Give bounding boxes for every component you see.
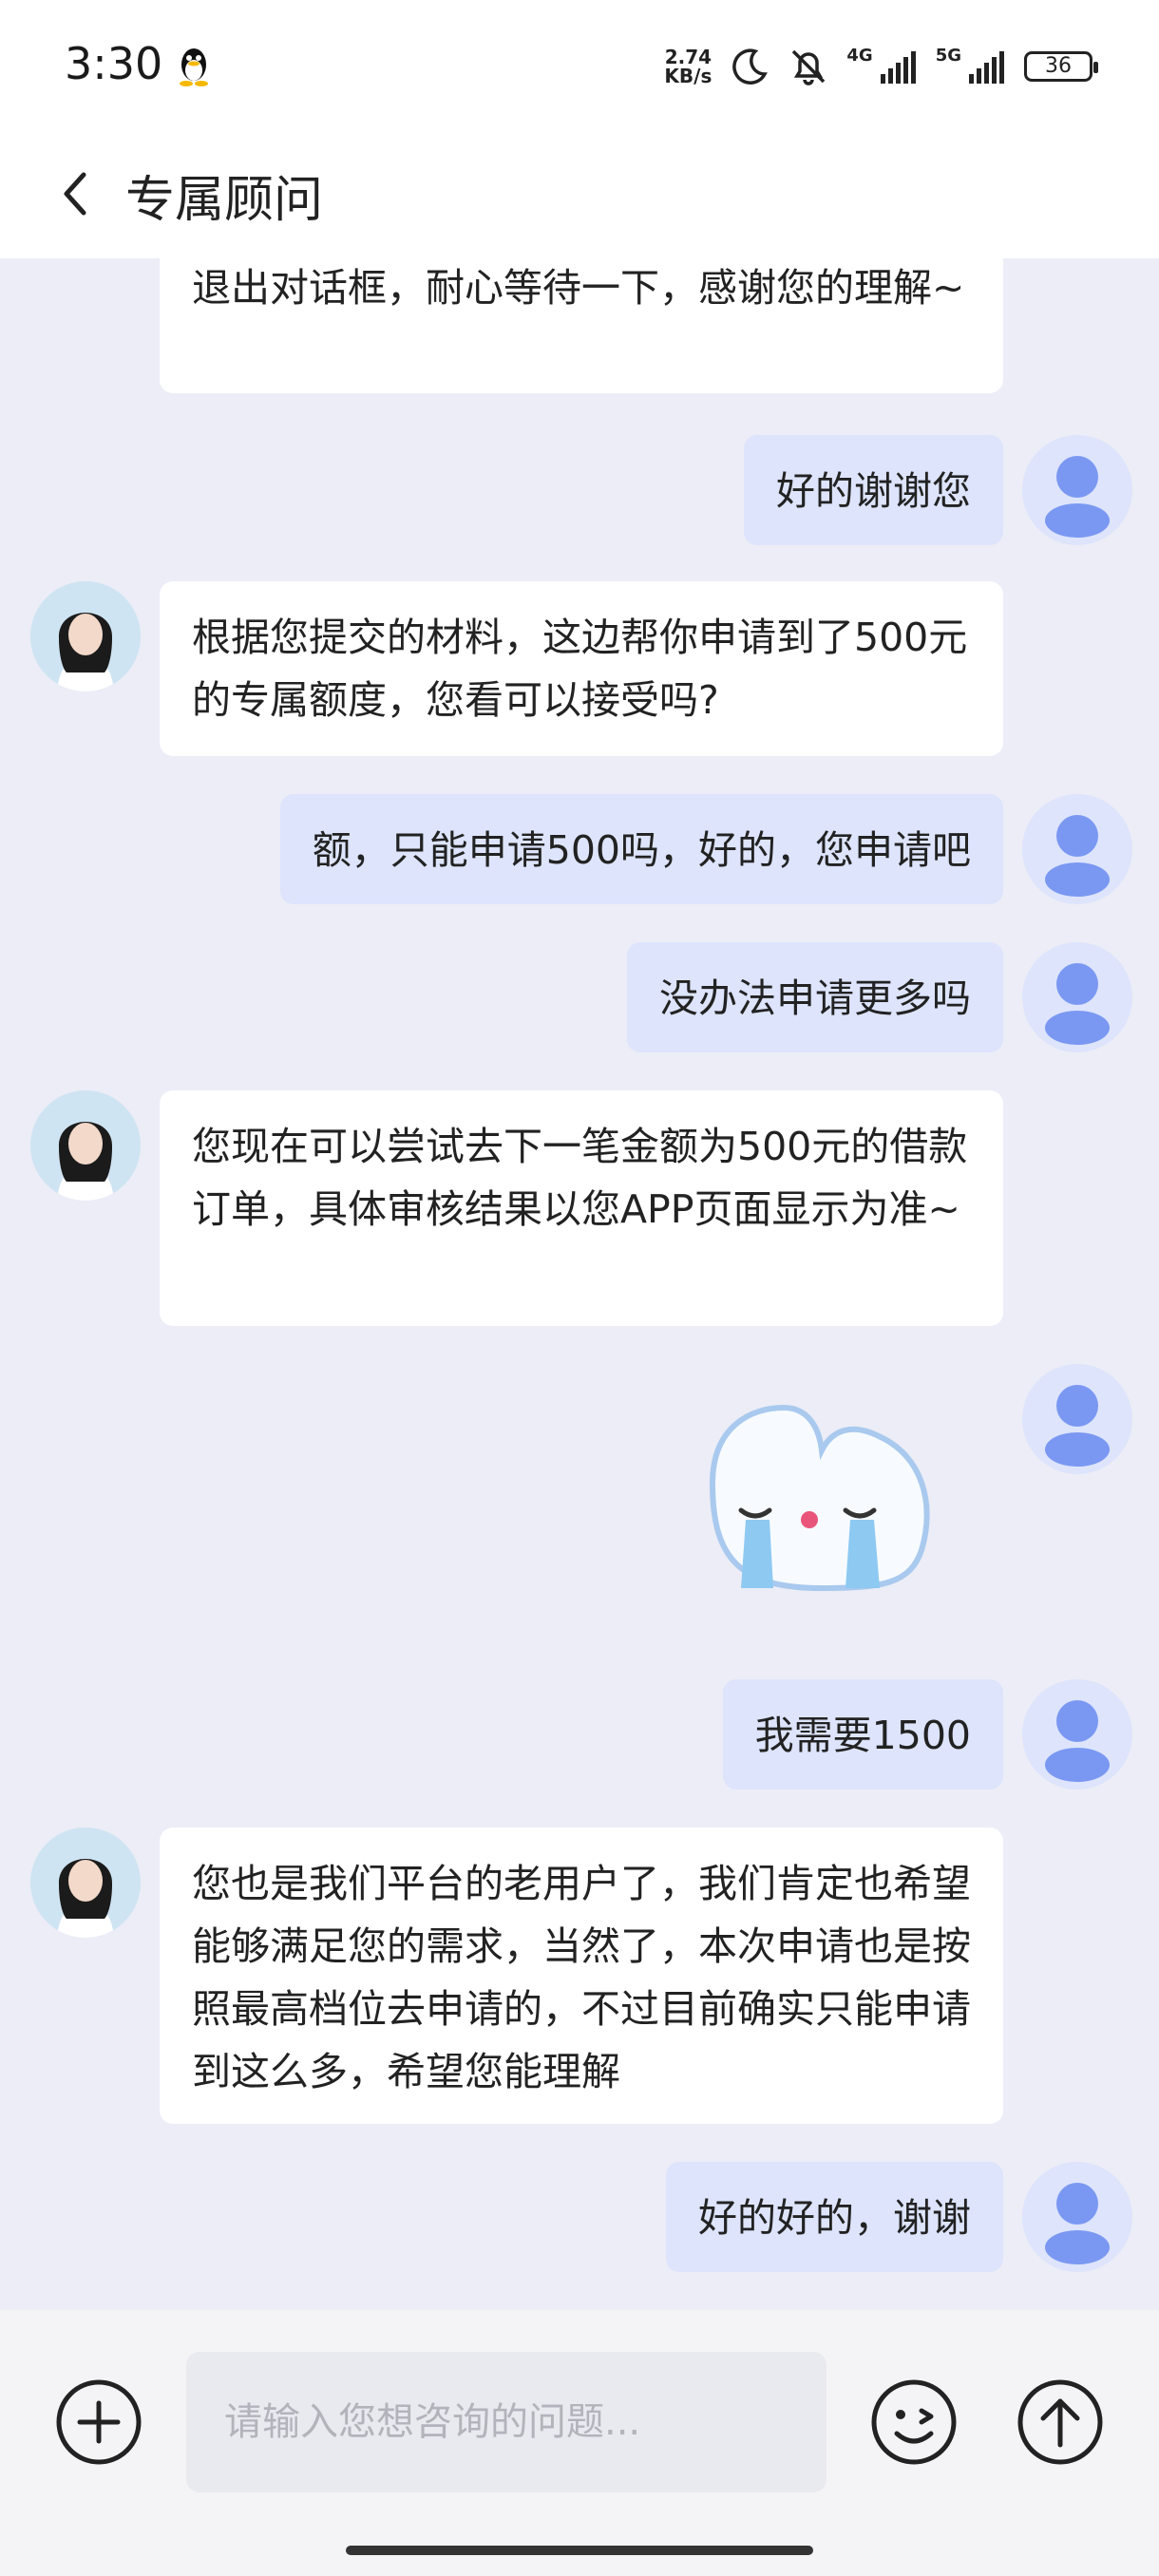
add-plus-icon[interactable] [53, 2377, 144, 2468]
user-avatar-icon [1045, 963, 1110, 1045]
page-title: 专属顾问 [125, 172, 324, 229]
agent-avatar[interactable] [30, 1828, 141, 1938]
status-time: 3:30 [65, 38, 163, 89]
user-message: 好的好的，谢谢 [666, 2162, 1003, 2272]
chat-message-list[interactable]: 退出对话框，耐心等待一下，感谢您的理解~ 好的谢谢您 根据您提交的材料，这边帮你… [0, 258, 1159, 2310]
user-avatar[interactable] [1022, 1364, 1132, 1474]
message-input[interactable]: 请输入您想咨询的问题... [186, 2352, 826, 2492]
user-message: 额，只能申请500吗，好的，您申请吧 [279, 794, 1003, 904]
bell-muted-icon [792, 49, 826, 85]
network-speed: 2.74 KB/s [664, 46, 712, 87]
user-avatar-icon [1045, 815, 1110, 897]
signal-4g-label: 4G [846, 45, 873, 66]
app-header: 专属顾问 [0, 133, 1159, 258]
agent-message: 您也是我们平台的老用户了，我们肯定也希望能够满足您的需求，当然了，本次申请也是按… [160, 1828, 1003, 2124]
send-arrow-up-icon[interactable] [1015, 2377, 1106, 2468]
user-avatar[interactable] [1022, 794, 1132, 904]
agent-message: 退出对话框，耐心等待一下，感谢您的理解~ [160, 258, 1003, 393]
user-avatar-icon [1045, 1385, 1110, 1467]
user-avatar-icon [1045, 1700, 1110, 1782]
user-message: 没办法申请更多吗 [627, 942, 1003, 1052]
home-indicator[interactable] [346, 2546, 813, 2555]
signal-5g-label: 5G [935, 45, 961, 66]
agent-avatar[interactable] [30, 1090, 141, 1201]
agent-message: 根据您提交的材料，这边帮你申请到了500元的专属额度，您看可以接受吗? [160, 581, 1003, 756]
battery-indicator: 36 [1024, 51, 1098, 82]
user-avatar[interactable] [1022, 2162, 1132, 2272]
message-input-bar: 请输入您想咨询的问题... [0, 2310, 1159, 2576]
status-icons: 2.74 KB/s 4G 5G 36 [664, 42, 1098, 91]
agent-avatar[interactable] [30, 581, 141, 691]
user-message: 好的谢谢您 [744, 435, 1003, 545]
back-arrow-icon[interactable] [55, 163, 97, 224]
agent-avatar-photo-icon [30, 1828, 141, 1938]
moon-icon [732, 48, 769, 85]
agent-avatar-photo-icon [30, 1090, 141, 1201]
user-avatar[interactable] [1022, 435, 1132, 545]
user-avatar[interactable] [1022, 1679, 1132, 1790]
agent-message: 您现在可以尝试去下一笔金额为500元的借款订单，具体审核结果以您APP页面显示为… [160, 1090, 1003, 1326]
user-message: 我需要1500 [722, 1679, 1003, 1790]
user-avatar-icon [1045, 456, 1110, 538]
user-avatar-icon [1045, 2183, 1110, 2264]
signal-bars-icon [880, 51, 916, 84]
user-avatar[interactable] [1022, 942, 1132, 1052]
crying-heart-sticker-icon[interactable] [703, 1398, 940, 1607]
status-bar: 3:30 2.74 KB/s 4G 5G 36 [0, 0, 1159, 133]
emoji-wink-icon[interactable] [868, 2377, 960, 2468]
agent-avatar-photo-icon [30, 581, 141, 691]
input-placeholder: 请输入您想咨询的问题... [224, 2400, 641, 2444]
signal-bars-icon [969, 51, 1004, 84]
qq-penguin-icon [180, 48, 208, 86]
